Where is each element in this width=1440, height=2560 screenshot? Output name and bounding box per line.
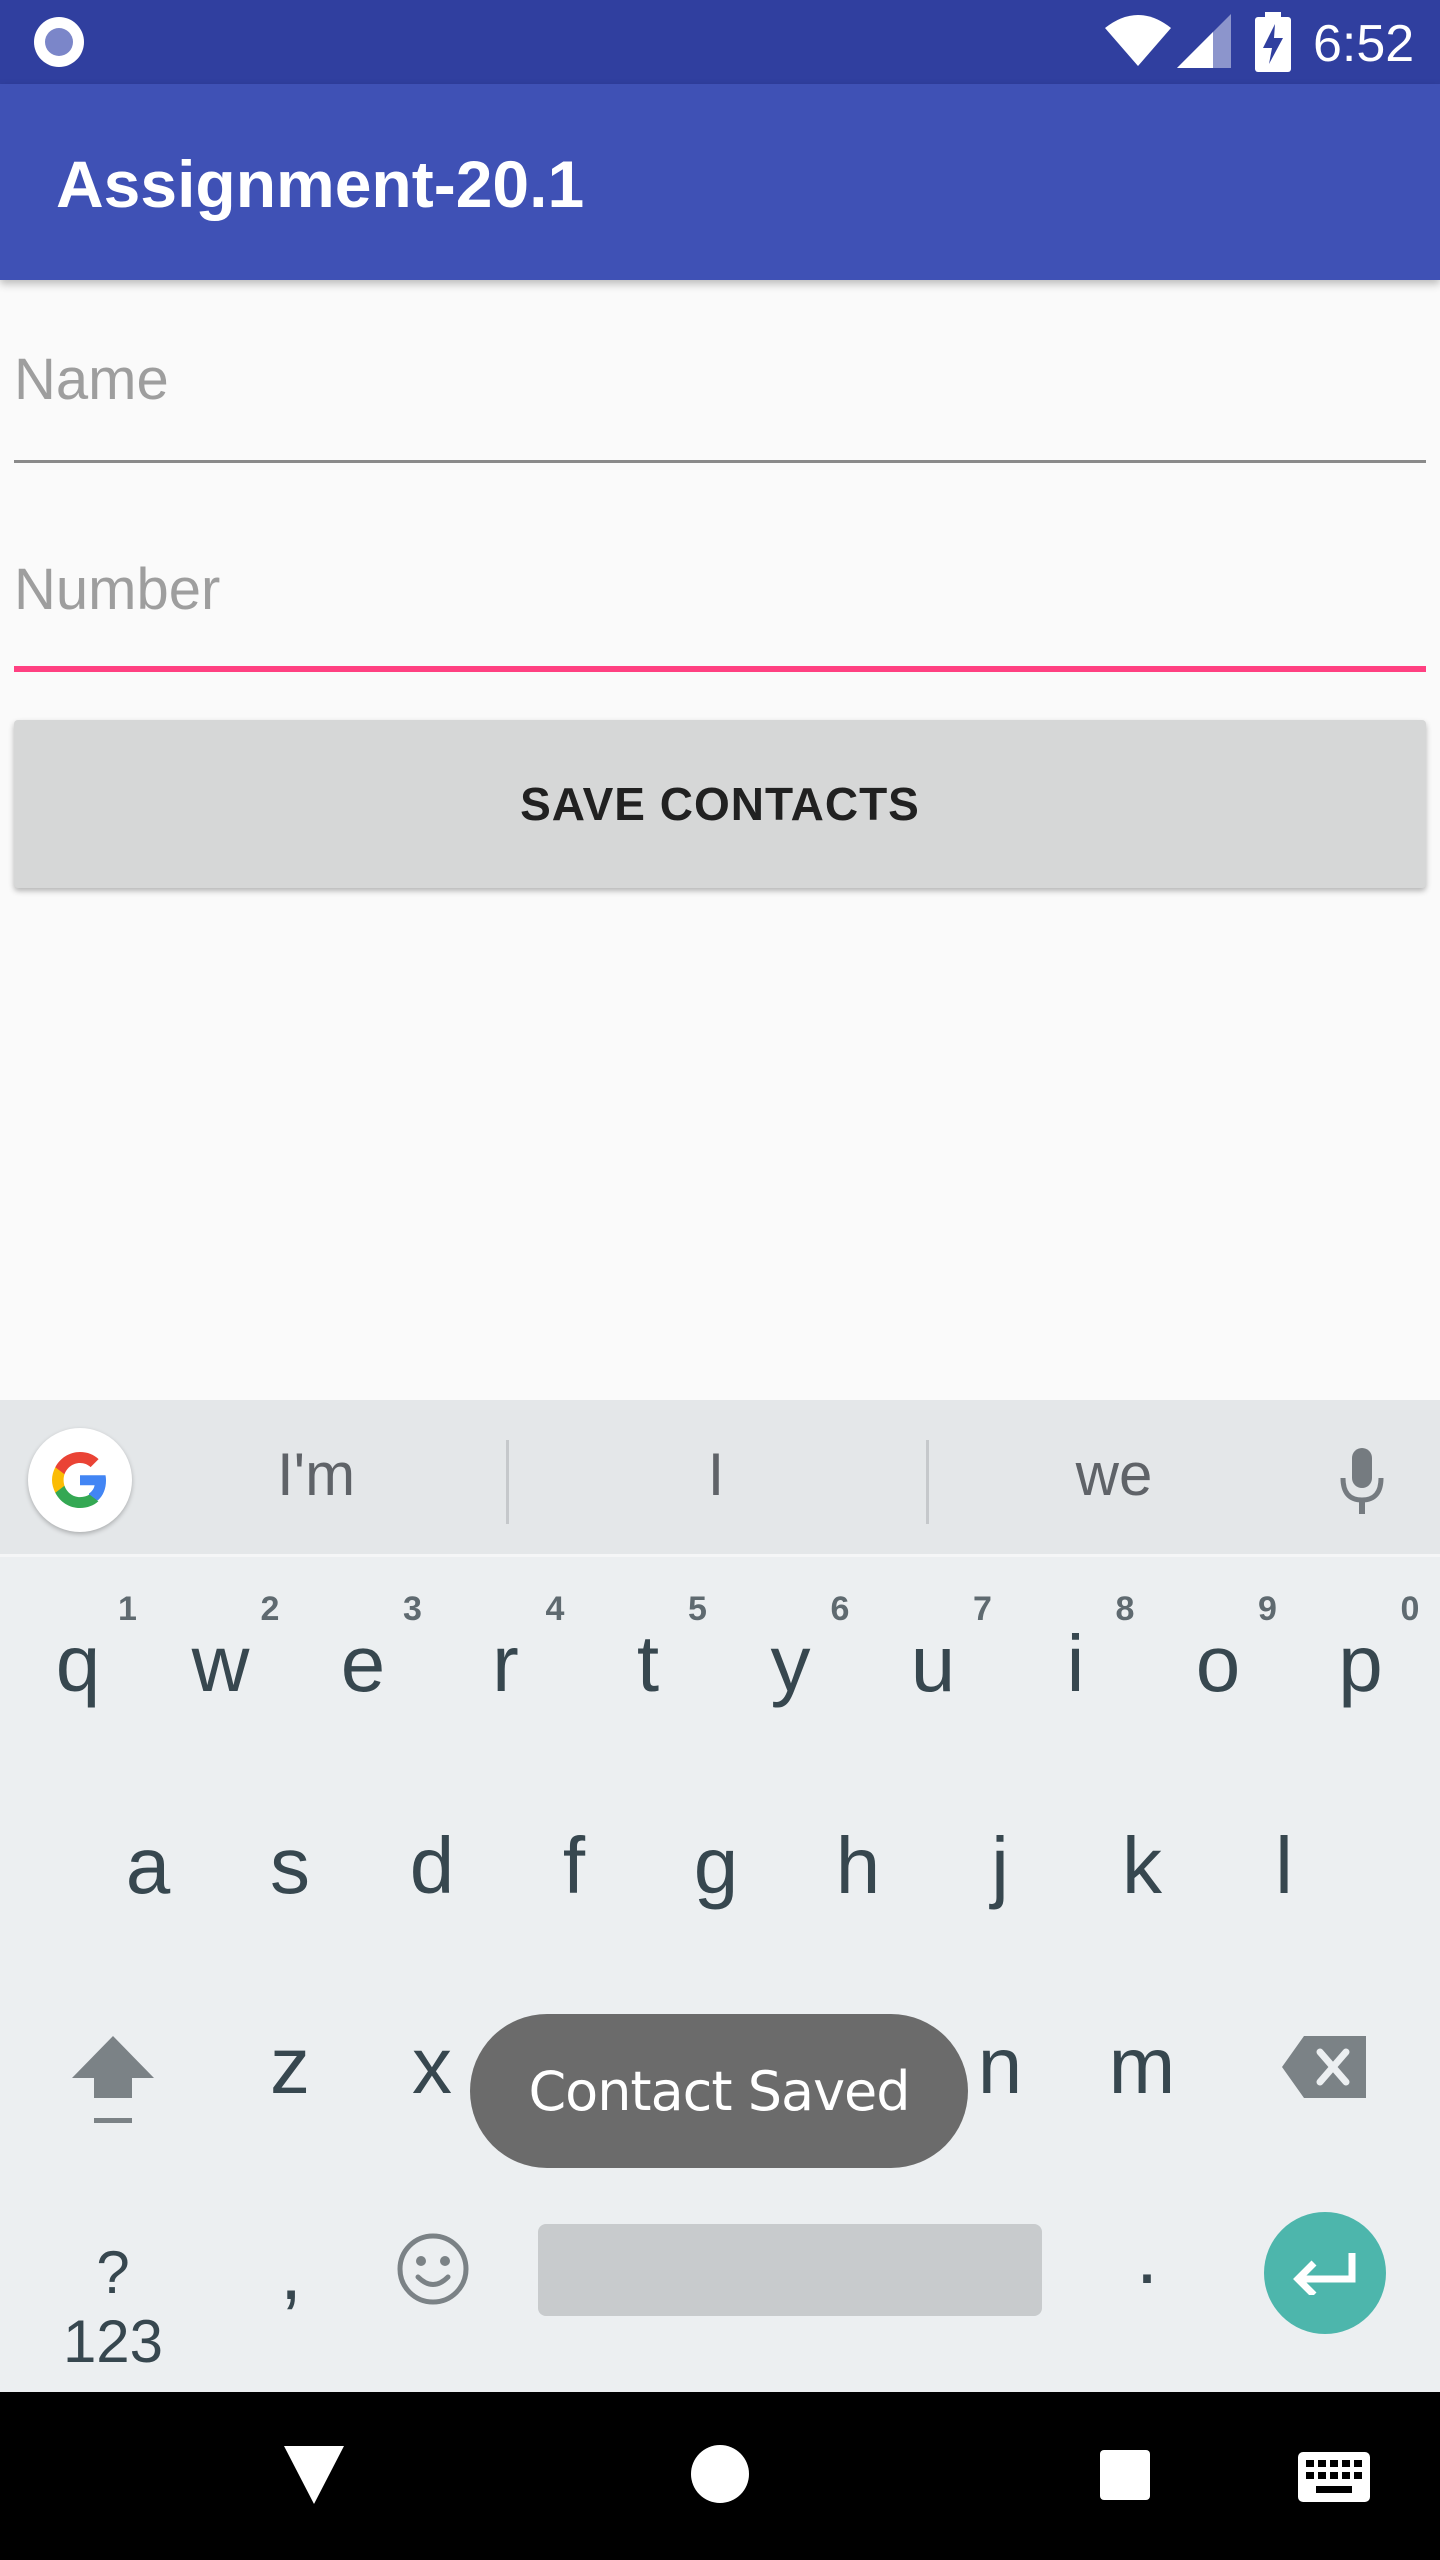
suggestion-1[interactable]: I'm	[116, 1440, 516, 1509]
emoji-icon[interactable]	[396, 2232, 470, 2306]
number-field[interactable]	[14, 556, 1426, 676]
key-p[interactable]: p	[1296, 1618, 1426, 1710]
comma-key[interactable]: ,	[226, 2226, 356, 2318]
key-m[interactable]: m	[1077, 2020, 1207, 2112]
number-underline-focused	[14, 666, 1426, 672]
cell-signal-icon	[1177, 14, 1231, 68]
key-t[interactable]: t	[583, 1618, 713, 1710]
save-contacts-button[interactable]: SAVE CONTACTS	[14, 720, 1426, 888]
symbols-key[interactable]: ?123	[48, 2238, 178, 2376]
google-g-icon	[52, 1452, 106, 1508]
notification-circle-icon	[34, 17, 84, 67]
key-z[interactable]: z	[225, 2020, 355, 2112]
shift-icon[interactable]	[70, 2032, 156, 2128]
status-bar: 6:52	[0, 0, 1440, 84]
suggestion-3[interactable]: we	[914, 1440, 1314, 1509]
navigation-bar	[0, 2392, 1440, 2560]
app-bar: Assignment-20.1	[0, 84, 1440, 280]
name-field[interactable]	[14, 346, 1426, 466]
key-s[interactable]: s	[225, 1820, 355, 1912]
home-icon[interactable]	[690, 2444, 750, 2504]
key-k[interactable]: k	[1077, 1820, 1207, 1912]
soft-keyboard: I'm I we ?123 , . q1w2e3r4t5 y 6 u 7 i 8…	[0, 1400, 1440, 2392]
suggestion-2[interactable]: I	[516, 1440, 916, 1509]
key-hint-5: 5	[688, 1590, 707, 1628]
number-input[interactable]	[14, 556, 1426, 623]
key-hint-8: 8	[1115, 1590, 1135, 1628]
key-q[interactable]: q	[13, 1618, 143, 1710]
key-f[interactable]: f	[509, 1820, 639, 1912]
key-hint-4: 4	[545, 1590, 565, 1628]
battery-charging-icon	[1255, 12, 1291, 72]
key-a[interactable]: a	[83, 1820, 213, 1912]
keyboard-switch-icon[interactable]	[1298, 2452, 1370, 2502]
key-e[interactable]: e	[298, 1618, 428, 1710]
recents-icon[interactable]	[1100, 2450, 1150, 2500]
status-time: 6:52	[1313, 15, 1415, 73]
key-w[interactable]: w	[156, 1618, 286, 1710]
key-hint-2: 2	[260, 1590, 280, 1628]
wifi-icon	[1105, 15, 1171, 66]
period-key[interactable]: .	[1082, 2210, 1212, 2302]
key-hint-0: 0	[1400, 1590, 1420, 1628]
back-icon[interactable]	[284, 2446, 344, 2504]
key-hint-9: 9	[1258, 1590, 1277, 1628]
backspace-icon[interactable]	[1282, 2036, 1368, 2098]
key-hint-7: 7	[973, 1590, 992, 1628]
suggestion-divider	[506, 1440, 509, 1524]
key-hint-3: 3	[403, 1590, 422, 1628]
toast-message: Contact Saved	[470, 2014, 968, 2168]
app-title: Assignment-20.1	[56, 147, 585, 221]
key-y[interactable]: y	[726, 1618, 856, 1710]
name-input[interactable]	[14, 346, 1426, 413]
key-u[interactable]: u	[868, 1618, 998, 1710]
key-l[interactable]: l	[1219, 1820, 1349, 1912]
space-key[interactable]	[538, 2224, 1042, 2316]
name-underline	[14, 460, 1426, 463]
enter-arrow-icon	[1293, 2253, 1356, 2295]
key-j[interactable]: j	[935, 1820, 1065, 1912]
key-hint-1: 1	[118, 1590, 137, 1628]
key-g[interactable]: g	[651, 1820, 781, 1912]
key-d[interactable]: d	[367, 1820, 497, 1912]
key-hint-6: 6	[830, 1590, 850, 1628]
enter-key[interactable]	[1264, 2212, 1386, 2334]
key-h[interactable]: h	[793, 1820, 923, 1912]
suggestion-strip: I'm I we	[0, 1400, 1440, 1557]
key-r[interactable]: r	[441, 1618, 571, 1710]
microphone-icon[interactable]	[1340, 1448, 1384, 1516]
key-o[interactable]: o	[1153, 1618, 1283, 1710]
key-i[interactable]: i	[1011, 1618, 1141, 1710]
